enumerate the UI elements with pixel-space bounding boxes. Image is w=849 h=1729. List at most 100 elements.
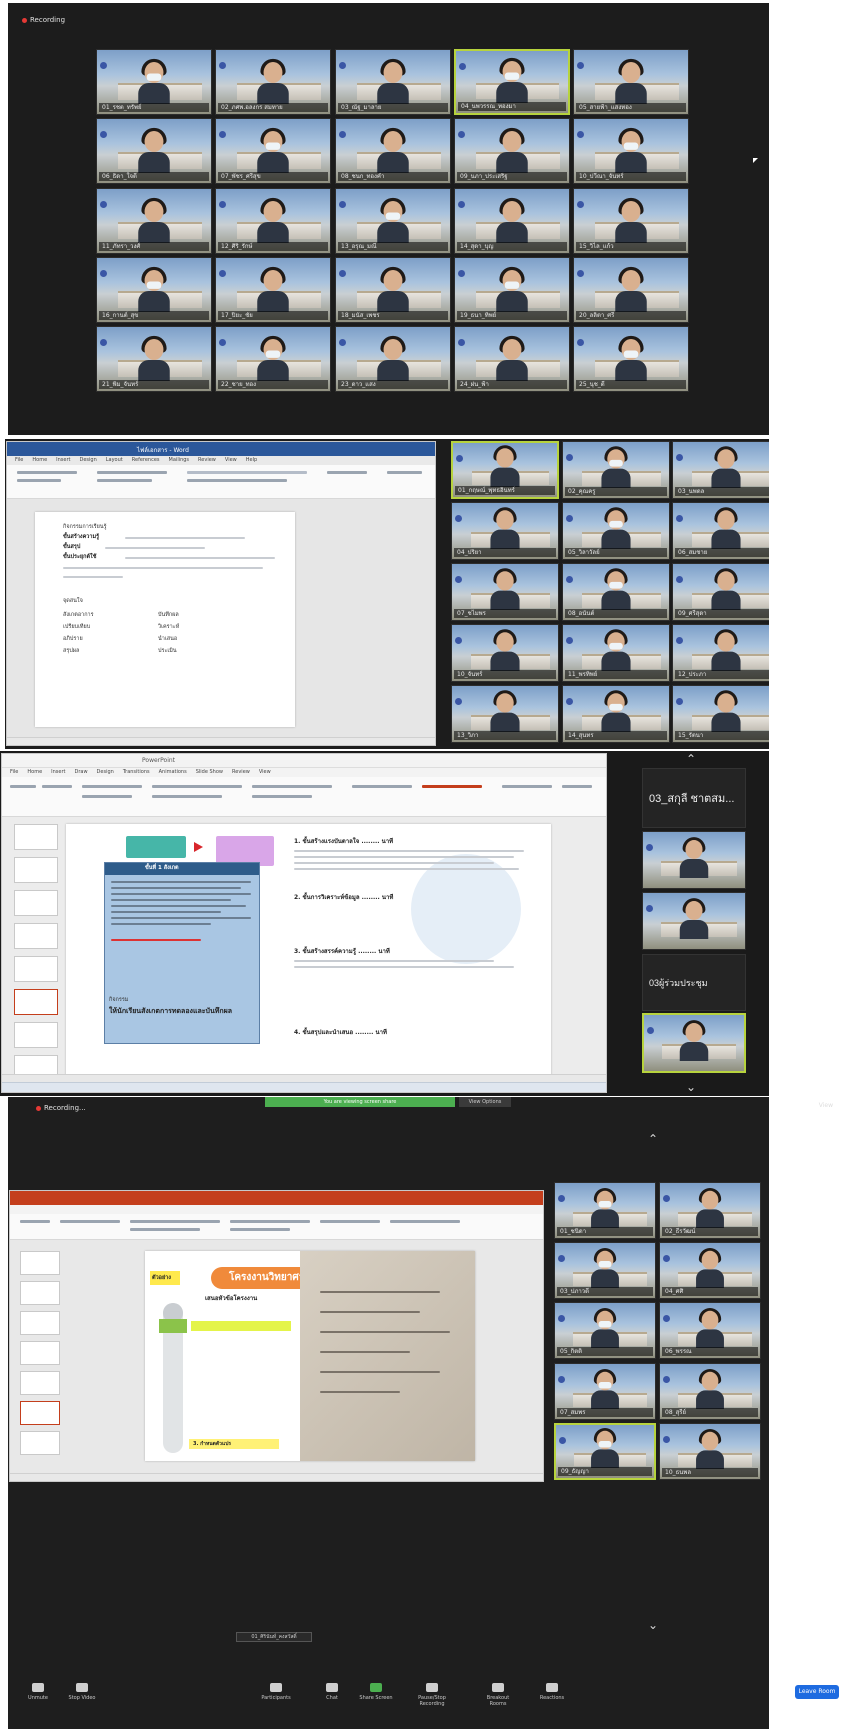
participant-video-tile[interactable]: 05_วิลาวัลย์ (562, 502, 670, 560)
ribbon-tab[interactable]: Design (79, 456, 96, 465)
ribbon-tab[interactable]: View (259, 768, 271, 777)
ribbon-tab[interactable]: View (225, 456, 237, 465)
ribbon-tab[interactable]: File (15, 456, 23, 465)
slide-thumbnail[interactable] (20, 1281, 60, 1305)
participant-video-tile[interactable]: 06_สมชาย (672, 502, 769, 560)
windows-taskbar[interactable] (2, 1082, 606, 1092)
participant-video-tile[interactable]: 05_สายฟ้า_แสงทอง (573, 49, 689, 115)
ribbon-tab[interactable]: Review (198, 456, 216, 465)
participant-video-tile[interactable]: 23_ดาว_แสง (335, 326, 451, 392)
ribbon-tab[interactable]: Animations (159, 768, 187, 777)
ppt-slide-2[interactable]: ตัวอย่าง โครงงานวิทยาศาสตร์ เสนอหัวข้อโค… (145, 1251, 475, 1461)
participant-video-tile[interactable]: 11_ภัทรา_วงศ์ (96, 188, 212, 254)
ribbon-tab[interactable]: Help (246, 456, 257, 465)
participant-video-tile[interactable]: 09_นภา_ประเสริฐ (454, 118, 570, 184)
participant-video-tile[interactable]: 14_สุดา_บุญ (454, 188, 570, 254)
expand-chevron-icon[interactable]: ⌄ (648, 1619, 658, 1631)
ribbon-tab[interactable]: Home (27, 768, 42, 777)
participant-video-tile[interactable]: 10_ปวีณา_จันทร์ (573, 118, 689, 184)
participant-video-tile[interactable]: 01_ชนิดา (554, 1182, 656, 1239)
participant-video-tile[interactable]: 06_พรรณ (659, 1302, 761, 1359)
ribbon-tab[interactable]: Insert (56, 456, 70, 465)
scroll-up-chevron-icon[interactable]: ⌃ (686, 753, 696, 765)
collapse-chevron-icon[interactable]: ⌃ (648, 1133, 658, 1145)
participant-video-tile[interactable]: 16_กานต์_สุข (96, 257, 212, 323)
control-pause-stop-recording[interactable]: Pause/Stop Recording (412, 1683, 452, 1707)
participant-video-tile[interactable]: 25_นุช_ดี (573, 326, 689, 392)
slide-thumbnail[interactable] (14, 824, 58, 850)
participant-video-tile[interactable]: 02_คุณครู (562, 441, 670, 499)
participant-video-tile[interactable]: 04_ศศิ (659, 1242, 761, 1299)
participant-video-tile[interactable]: 05_กิตติ (554, 1302, 656, 1359)
slide-thumbnail[interactable] (14, 1022, 58, 1048)
participant-video-tile[interactable]: 18_มนัส_เพชร (335, 257, 451, 323)
participant-video-tile[interactable]: 24_ฝน_ฟ้า (454, 326, 570, 392)
control-unmute[interactable]: Unmute (18, 1683, 58, 1701)
participant-video-tile[interactable]: 03_ณัฐ_มาลาย (335, 49, 451, 115)
slide-thumbnail[interactable] (14, 890, 58, 916)
participant-video-tile[interactable]: 12_ศิริ_รักษ์ (215, 188, 331, 254)
participant-video-tile[interactable]: 08_สุรีย์ (659, 1363, 761, 1420)
participant-video-tile[interactable]: 04_ปริยา (451, 502, 559, 560)
participant-video-tile[interactable]: 02_ภศพ.อลงกร สมทาย (215, 49, 331, 115)
participant-video-tile[interactable]: 09_ธัญญา (554, 1423, 656, 1480)
ribbon-tab[interactable]: Transitions (123, 768, 150, 777)
participant-video-tile[interactable]: 08_ชนก_ทองคำ (335, 118, 451, 184)
participant-video-tile[interactable]: 15_รัตนา (672, 685, 769, 743)
control-breakout-rooms[interactable]: Breakout Rooms (478, 1683, 518, 1707)
participant-video-tile[interactable]: 12_ประภา (672, 624, 769, 682)
participant-video-tile[interactable]: 19_ธนา_ทิพย์ (454, 257, 570, 323)
participant-video-tile[interactable]: 13_วิภา (451, 685, 559, 743)
control-chat[interactable]: Chat (312, 1683, 352, 1701)
powerpoint-window-2[interactable]: ตัวอย่าง โครงงานวิทยาศาสตร์ เสนอหัวข้อโค… (9, 1190, 544, 1482)
slide-thumbnail[interactable] (20, 1401, 60, 1425)
participant-video-tile[interactable]: 10_ธนพล (659, 1423, 761, 1480)
view-button[interactable]: View (819, 1102, 833, 1109)
participant-video-tile[interactable] (642, 1013, 746, 1073)
screen-share-banner[interactable]: You are viewing screen share (265, 1097, 455, 1107)
ribbon-tab[interactable]: Design (97, 768, 114, 777)
participant-video-tile[interactable]: 22_ชาย_ทอง (215, 326, 331, 392)
word-document-page[interactable]: กิจกรรมการเรียนรู้ ขั้นสร้างความรู้ ขั้น… (35, 512, 295, 727)
ribbon-tab[interactable]: File (10, 768, 18, 777)
powerpoint-window[interactable]: PowerPoint File Home Insert Draw Design Trans… (1, 753, 607, 1093)
participant-video-tile[interactable]: 03_นพดล (672, 441, 769, 499)
view-options-button[interactable]: View Options (459, 1097, 511, 1107)
word-window[interactable]: ไฟล์เอกสาร - Word File Home Insert Design La… (6, 441, 436, 746)
slide-thumbnail[interactable] (14, 989, 58, 1015)
participant-video-tile[interactable]: 11_พรทิพย์ (562, 624, 670, 682)
scroll-down-chevron-icon[interactable]: ⌄ (686, 1081, 696, 1093)
participant-video-tile[interactable]: 03_ปภาวดี (554, 1242, 656, 1299)
participant-video-tile[interactable]: 02_ธีรวัฒน์ (659, 1182, 761, 1239)
participant-video-tile[interactable]: 04_นพวรรณ_ทองมา (454, 49, 570, 115)
participant-video-tile[interactable]: 01_กฤษณ์_พุทธอินทร์ (451, 441, 559, 499)
ribbon-tab[interactable]: References (132, 456, 160, 465)
ppt-slide[interactable]: ขั้นที่ 1 สังเกต กิจกรรม ให้นักเรียนสังเ… (66, 824, 551, 1079)
slide-thumbnail[interactable] (20, 1311, 60, 1335)
control-reactions[interactable]: Reactions (532, 1683, 572, 1701)
participant-video-tile[interactable]: 20_ลลิตา_ศรี (573, 257, 689, 323)
participant-video-tile[interactable]: 08_อนันต์ (562, 563, 670, 621)
slide-thumbnail[interactable] (14, 923, 58, 949)
ribbon-tab[interactable]: Slide Show (196, 768, 223, 777)
participant-video-tile[interactable] (642, 892, 746, 950)
ribbon-tab[interactable]: Review (232, 768, 250, 777)
participant-video-tile[interactable]: 21_พิม_จันทร์ (96, 326, 212, 392)
participant-video-tile[interactable]: 14_สุนทร (562, 685, 670, 743)
slide-thumbnail[interactable] (20, 1341, 60, 1365)
participant-video-tile[interactable]: 01_รชต_ทรัพย์ (96, 49, 212, 115)
participant-video-tile[interactable] (642, 831, 746, 889)
participant-video-tile[interactable]: 07_สมพร (554, 1363, 656, 1420)
leave-room-button[interactable]: Leave Room (795, 1685, 839, 1699)
participant-video-tile[interactable]: 15_วิไล_แก้ว (573, 188, 689, 254)
ribbon-tab[interactable]: Mailings (169, 456, 190, 465)
participant-video-tile[interactable]: 10_จันทร์ (451, 624, 559, 682)
slide-thumbnail[interactable] (14, 857, 58, 883)
participant-video-tile[interactable]: 17_ปิยะ_ชัย (215, 257, 331, 323)
slide-thumbnail[interactable] (14, 956, 58, 982)
ribbon-tab[interactable]: Draw (74, 768, 87, 777)
slide-thumbnail[interactable] (20, 1431, 60, 1455)
participant-video-tile[interactable]: 13_อรุณ_มณี (335, 188, 451, 254)
control-stop-video[interactable]: Stop Video (62, 1683, 102, 1701)
control-participants[interactable]: Participants (256, 1683, 296, 1701)
